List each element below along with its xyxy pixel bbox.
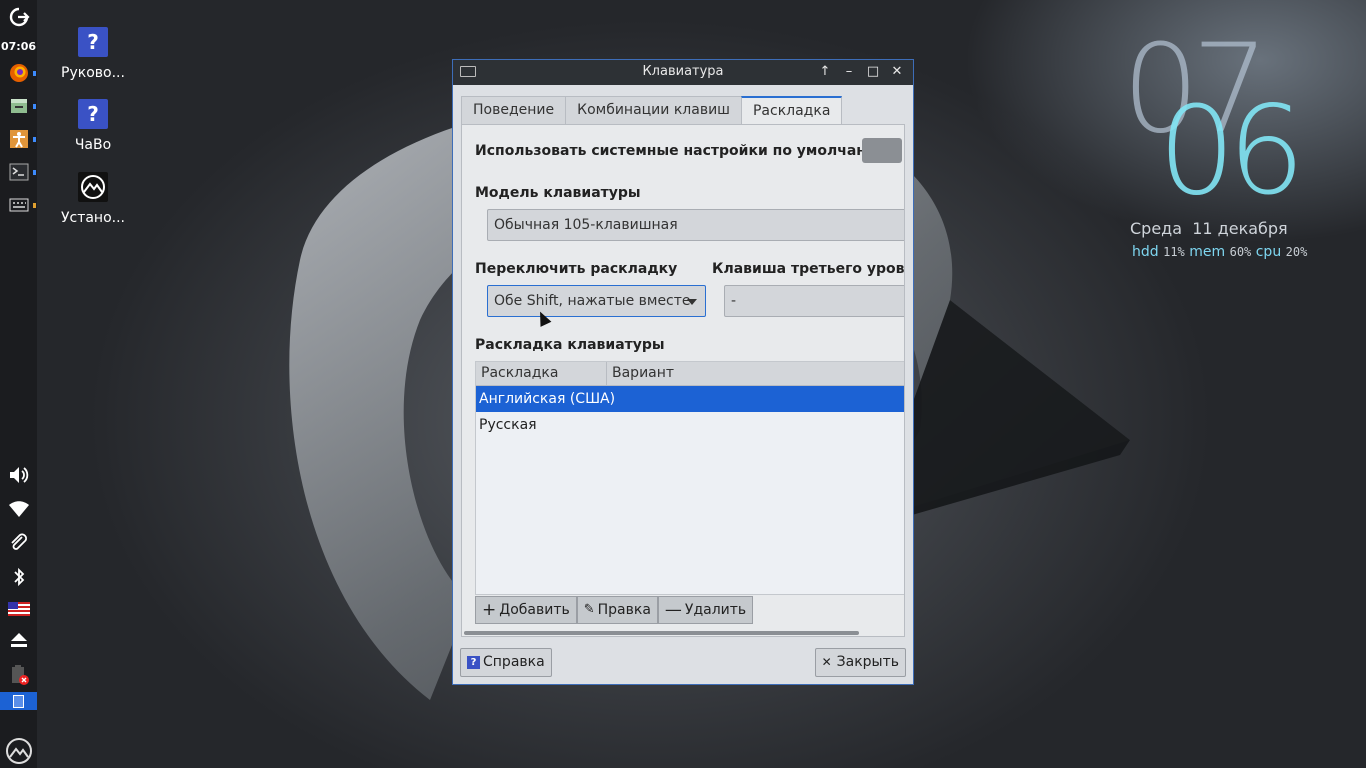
close-icon: ✕ bbox=[821, 655, 832, 669]
help-icon: ? bbox=[467, 656, 480, 669]
table-row[interactable]: Русская bbox=[476, 412, 904, 438]
column-header-layout[interactable]: Раскладка bbox=[476, 362, 607, 385]
remove-layout-button[interactable]: — Удалить bbox=[657, 596, 754, 624]
chevron-down-icon bbox=[687, 299, 697, 305]
layouts-table: Раскладка Вариант Английская (США) Русск… bbox=[475, 361, 904, 595]
column-header-variant[interactable]: Вариант bbox=[607, 362, 904, 385]
firefox-icon[interactable] bbox=[0, 62, 37, 84]
desktop-icon-label: Руково... bbox=[61, 65, 125, 81]
layout-cell: Русская bbox=[479, 417, 537, 433]
close-window-button[interactable]: ✕ bbox=[887, 62, 907, 82]
switch-layout-value: Обе Shift, нажатые вместе bbox=[494, 293, 691, 309]
use-system-defaults-label: Использовать системные настройки по умол… bbox=[475, 143, 890, 159]
use-system-defaults-toggle[interactable] bbox=[862, 138, 902, 163]
horizontal-scrollbar[interactable] bbox=[464, 631, 859, 635]
cpu-value: 20% bbox=[1285, 245, 1308, 259]
pencil-icon: ✎ bbox=[583, 602, 595, 617]
layouts-label: Раскладка клавиатуры bbox=[475, 337, 665, 353]
installer-icon bbox=[78, 172, 108, 202]
tab-layout[interactable]: Раскладка bbox=[740, 96, 843, 126]
model-select[interactable]: Обычная 105-клавишная bbox=[487, 209, 904, 241]
minus-icon: — bbox=[664, 600, 682, 620]
clock-date: Среда 11 декабря bbox=[1130, 219, 1288, 238]
add-label: Добавить bbox=[499, 602, 570, 618]
layout-cell: Английская (США) bbox=[479, 391, 616, 407]
title-bar[interactable]: Клавиатура ↑ – □ ✕ bbox=[453, 60, 913, 85]
terminal-icon[interactable] bbox=[0, 161, 37, 183]
help-button[interactable]: ? Справка bbox=[460, 648, 552, 677]
edit-label: Правка bbox=[597, 602, 651, 618]
us-flag-icon[interactable] bbox=[0, 598, 37, 620]
workspace-icon[interactable] bbox=[0, 692, 37, 710]
maximize-button[interactable]: □ bbox=[863, 62, 883, 82]
accessibility-icon[interactable] bbox=[0, 128, 37, 150]
layout-panel: Использовать системные настройки по умол… bbox=[461, 124, 905, 637]
tab-bar: Поведение Комбинации клавиш Раскладка bbox=[461, 96, 843, 126]
wifi-icon[interactable] bbox=[0, 498, 37, 520]
tab-behavior[interactable]: Поведение bbox=[461, 96, 567, 125]
hdd-value: 11% bbox=[1163, 245, 1185, 259]
remove-label: Удалить bbox=[684, 602, 747, 618]
cpu-label: cpu bbox=[1255, 244, 1282, 260]
third-level-label: Клавиша третьего уровня bbox=[712, 261, 905, 277]
keep-above-button[interactable]: ↑ bbox=[815, 62, 835, 82]
clip-icon[interactable] bbox=[0, 532, 37, 554]
desktop-icon-installer[interactable]: Устано... bbox=[53, 172, 133, 226]
help-label: Справка bbox=[483, 654, 545, 670]
taskbar-clock[interactable]: 07:06 bbox=[0, 38, 37, 54]
bluetooth-icon[interactable] bbox=[0, 566, 37, 588]
desktop-icon-faq[interactable]: ? ЧаВо bbox=[53, 99, 133, 153]
add-layout-button[interactable]: + Добавить bbox=[475, 596, 577, 624]
hdd-label: hdd bbox=[1132, 244, 1159, 260]
mem-value: 60% bbox=[1229, 245, 1252, 259]
eject-icon[interactable] bbox=[0, 629, 37, 651]
tab-shortcuts[interactable]: Комбинации клавиш bbox=[565, 96, 742, 125]
third-level-select[interactable]: - bbox=[724, 285, 904, 317]
minimize-button[interactable]: – bbox=[839, 62, 859, 82]
close-label: Закрыть bbox=[836, 654, 899, 670]
menu-logo-icon[interactable] bbox=[0, 737, 37, 765]
battery-icon[interactable] bbox=[0, 663, 37, 687]
switch-layout-select[interactable]: Обе Shift, нажатые вместе bbox=[487, 285, 706, 317]
files-icon[interactable] bbox=[0, 95, 37, 117]
help-icon: ? bbox=[78, 99, 108, 129]
close-button[interactable]: ✕ Закрыть bbox=[814, 648, 906, 677]
desktop-icon-guide[interactable]: ? Руково... bbox=[53, 27, 133, 81]
logout-icon[interactable] bbox=[0, 6, 37, 28]
edit-layout-button[interactable]: ✎ Правка bbox=[576, 596, 658, 624]
clock-minute: 06 bbox=[1158, 80, 1305, 222]
volume-icon[interactable] bbox=[0, 464, 37, 486]
switch-layout-label: Переключить раскладку bbox=[475, 261, 678, 277]
keyboard-icon[interactable] bbox=[0, 194, 37, 216]
table-header: Раскладка Вариант bbox=[476, 362, 904, 386]
desktop-icon-label: Устано... bbox=[60, 210, 126, 226]
desktop-icon-label: ЧаВо bbox=[74, 137, 112, 153]
table-row[interactable]: Английская (США) bbox=[476, 386, 904, 412]
taskbar: 07:06 bbox=[0, 0, 37, 768]
table-buttons: + Добавить ✎ Правка — Удалить bbox=[475, 596, 754, 624]
mem-label: mem bbox=[1189, 244, 1226, 260]
model-label: Модель клавиатуры bbox=[475, 185, 641, 201]
keyboard-window: Клавиатура ↑ – □ ✕ Поведение Комбинации … bbox=[452, 59, 914, 685]
help-icon: ? bbox=[78, 27, 108, 57]
system-stats: hdd 11% mem 60% cpu 20% bbox=[1132, 244, 1307, 260]
plus-icon: + bbox=[482, 600, 497, 620]
